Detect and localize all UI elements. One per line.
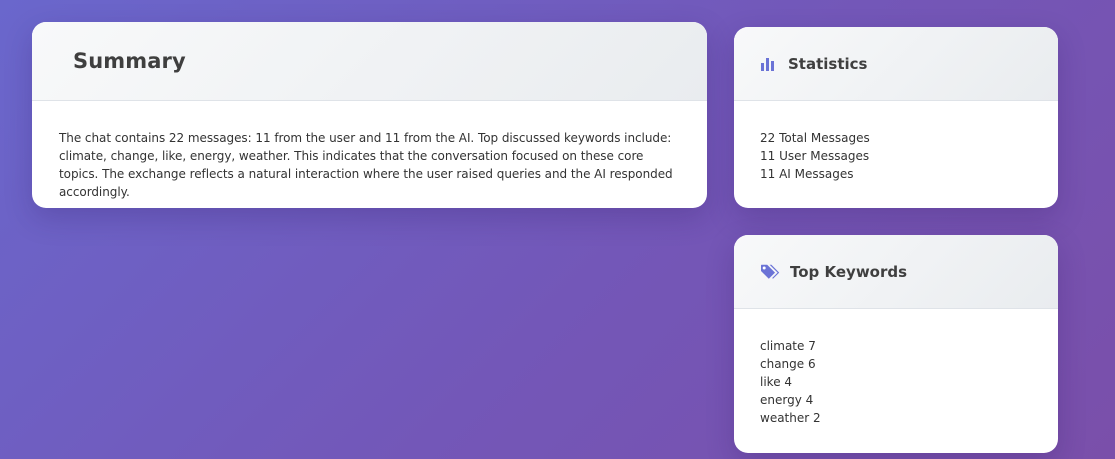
summary-card: Summary The chat contains 22 messages: 1… (32, 22, 707, 208)
keyword-item: like 4 (760, 375, 793, 389)
top-keywords-card: Top Keywords climate 7 change 6 like 4 e… (734, 235, 1058, 453)
keyword-item: climate 7 (760, 339, 816, 353)
top-keywords-body: climate 7 change 6 like 4 energy 4 weath… (734, 309, 1058, 427)
statistics-title: Statistics (788, 54, 868, 73)
statistics-card: Statistics 22 Total Messages 11 User Mes… (734, 27, 1058, 208)
top-keywords-header: Top Keywords (734, 235, 1058, 309)
bar-chart-icon (760, 56, 776, 72)
summary-body: The chat contains 22 messages: 11 from t… (32, 101, 707, 201)
top-keywords-title: Top Keywords (790, 262, 908, 281)
tags-icon (760, 263, 780, 281)
stat-total-messages: 22 Total Messages (760, 131, 870, 145)
summary-title: Summary (73, 49, 186, 73)
keyword-item: change 6 (760, 357, 816, 371)
statistics-body: 22 Total Messages 11 User Messages 11 AI… (734, 101, 1058, 183)
summary-header: Summary (32, 22, 707, 101)
stat-ai-messages: 11 AI Messages (760, 167, 854, 181)
statistics-header: Statistics (734, 27, 1058, 101)
keyword-item: weather 2 (760, 411, 821, 425)
keyword-item: energy 4 (760, 393, 814, 407)
summary-text: The chat contains 22 messages: 11 from t… (59, 131, 673, 199)
stat-user-messages: 11 User Messages (760, 149, 870, 163)
